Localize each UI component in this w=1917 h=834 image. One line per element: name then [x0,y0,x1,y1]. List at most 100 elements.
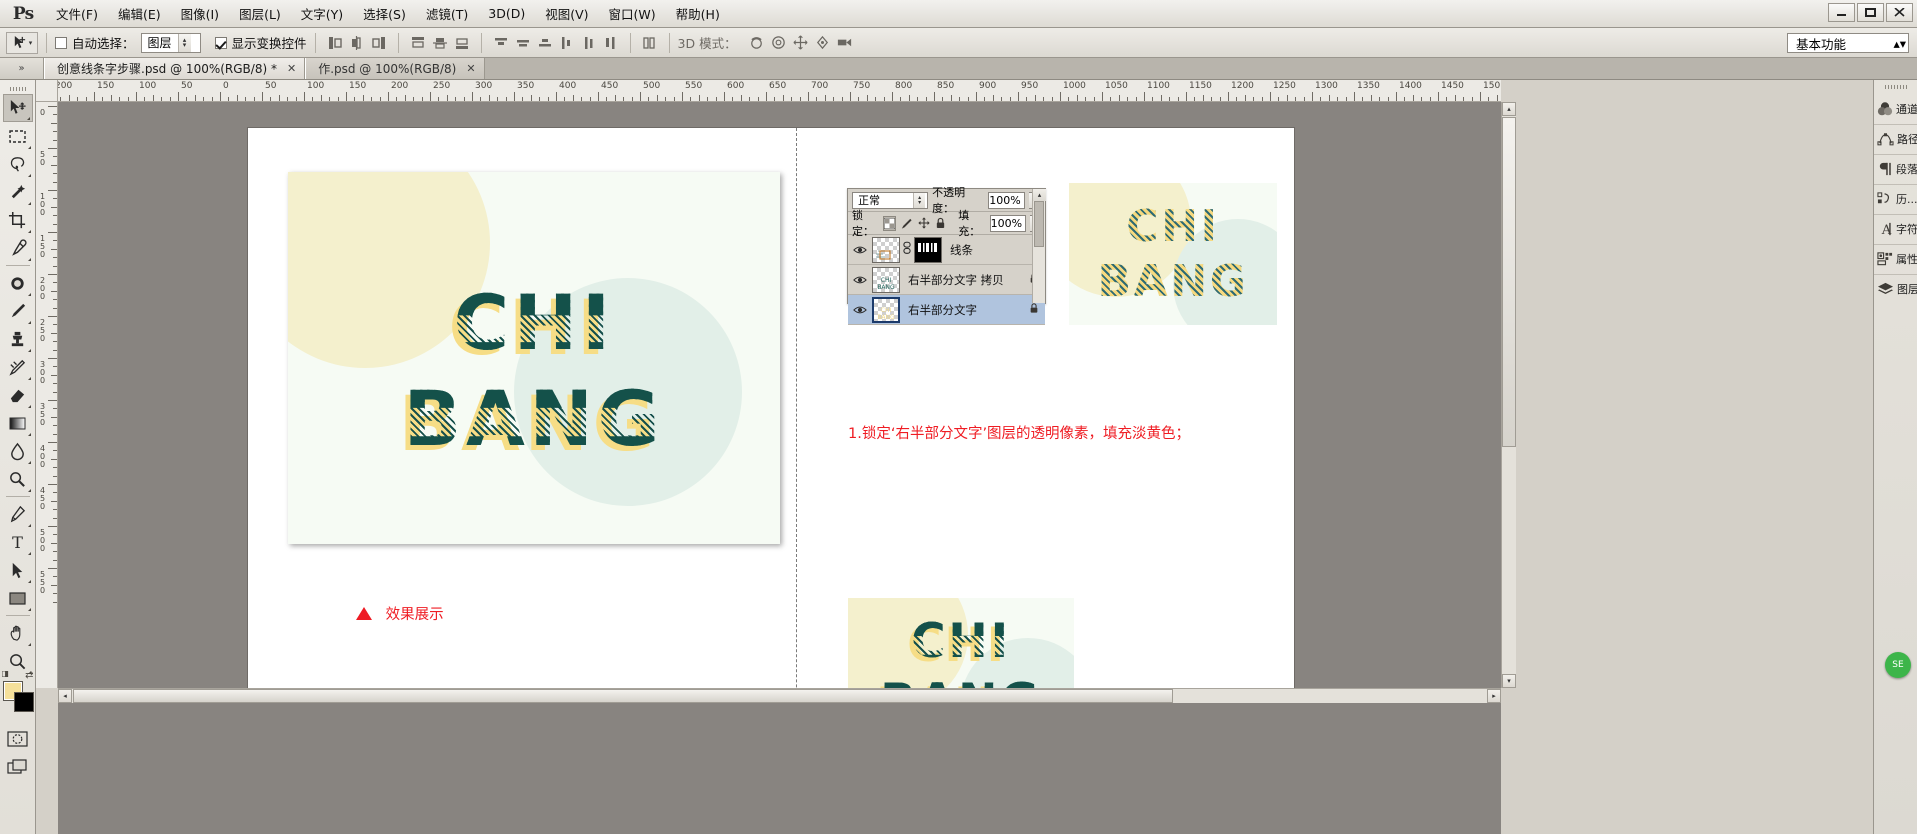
menu-item-help[interactable]: 帮助(H) [666,0,730,27]
rectangle-tool[interactable] [3,584,33,612]
workspace-select[interactable]: 基本功能 ▴▾ [1787,33,1909,53]
menu-item-window[interactable]: 窗口(W) [599,0,666,27]
show-transform-checkbox[interactable] [215,37,227,49]
menu-item-edit[interactable]: 编辑(E) [108,0,171,27]
distribute-right-edges-icon[interactable] [600,32,622,54]
layers-panel-scrollbar[interactable]: ▴ [1032,189,1045,303]
panel-collapse-toggle[interactable]: » [0,58,44,79]
status-badge[interactable]: SE [1885,652,1911,678]
menu-item-image[interactable]: 图像(I) [171,0,229,27]
background-color-swatch[interactable] [14,692,34,712]
scroll-right-icon[interactable]: ▸ [1487,689,1501,703]
scroll-down-icon[interactable]: ▾ [1502,674,1516,688]
hand-tool[interactable] [3,619,33,647]
lock-image-pixels-icon[interactable] [900,216,913,231]
clone-stamp-tool[interactable] [3,325,33,353]
tool-preset-picker[interactable]: ▾ [6,32,38,54]
horizontal-ruler[interactable]: 2001501005005010015020025030035040045050… [58,80,1501,102]
lasso-tool[interactable] [3,150,33,178]
artwork-preview-main[interactable]: CHI CHI CHI CHI BANG BANG BANG BANG [288,172,780,544]
lock-position-icon[interactable] [917,216,929,231]
scrollbar-thumb[interactable] [1502,117,1516,447]
swap-colors-icon[interactable]: ⇄ [25,670,33,681]
artwork-preview-yellow[interactable]: CHI CHI BANG BANG [1069,183,1277,325]
brush-tool[interactable] [3,297,33,325]
align-top-edges-icon[interactable] [407,32,429,54]
sidebar-item-paths[interactable]: 路径 [1874,124,1917,154]
layer-link-icon[interactable] [903,241,911,258]
minimize-button[interactable] [1828,3,1855,22]
move-tool[interactable] [3,94,33,122]
menu-item-layer[interactable]: 图层(L) [229,0,291,27]
layers-panel-screenshot[interactable]: 正常 ▴▾ 不透明度： 100% ▾ 锁定： [847,188,1046,304]
distribute-top-edges-icon[interactable] [490,32,512,54]
distribute-horizontal-centers-icon[interactable] [578,32,600,54]
layer-thumbnail[interactable]: CHI BANG [872,297,900,323]
align-right-edges-icon[interactable] [368,32,390,54]
menu-item-type[interactable]: 文字(Y) [291,0,353,27]
distribute-left-edges-icon[interactable] [556,32,578,54]
menu-item-select[interactable]: 选择(S) [353,0,416,27]
dock-grip[interactable] [1874,80,1917,94]
spot-healing-brush-tool[interactable] [3,269,33,297]
menu-item-filter[interactable]: 滤镜(T) [416,0,478,27]
3d-pan-icon[interactable] [790,32,812,54]
pen-tool[interactable] [3,500,33,528]
path-selection-tool[interactable] [3,556,33,584]
layer-thumbnail[interactable] [872,237,900,263]
table-row[interactable]: 线条 [848,235,1045,265]
canvas-horizontal-scrollbar[interactable]: ◂ ▸ [58,688,1501,703]
layer-mask-thumbnail[interactable] [914,237,942,263]
table-row[interactable]: CHI BANG 右半部分文字 [848,295,1045,325]
document-tab-1[interactable]: 创意线条字步骤.psd @ 100%(RGB/8) * ✕ [44,58,305,79]
align-vertical-centers-icon[interactable] [429,32,451,54]
horizontal-type-tool[interactable]: T [3,528,33,556]
scrollbar-thumb[interactable] [73,689,1173,703]
table-row[interactable]: CHI BANG 右半部分文字 拷贝 [848,265,1045,295]
lock-transparent-pixels-icon[interactable] [883,216,896,231]
eyedropper-tool[interactable] [3,234,33,262]
maximize-button[interactable] [1857,3,1884,22]
history-brush-tool[interactable] [3,353,33,381]
scrollbar-thumb[interactable] [1034,201,1044,247]
gradient-tool[interactable] [3,409,33,437]
sidebar-item-paragraph[interactable]: 段落 [1874,154,1917,184]
sidebar-item-layers[interactable]: 图层 [1874,274,1917,304]
document-tab-2[interactable]: 作.psd @ 100%(RGB/8) ✕ [305,58,484,79]
menu-item-3d[interactable]: 3D(D) [478,2,535,25]
sidebar-item-history[interactable]: 历... [1874,184,1917,214]
quick-selection-tool[interactable] [3,178,33,206]
menu-item-view[interactable]: 视图(V) [535,0,598,27]
blend-mode-select[interactable]: 正常 ▴▾ [852,192,928,209]
3d-rotate-icon[interactable] [746,32,768,54]
layer-visibility-icon[interactable] [851,275,869,285]
layer-lock-icon[interactable] [1029,302,1039,317]
auto-select-checkbox[interactable] [55,37,67,49]
align-bottom-edges-icon[interactable] [451,32,473,54]
fill-value[interactable]: 100% [990,215,1026,232]
document-canvas-area[interactable]: CHI CHI CHI CHI BANG BANG BANG BANG 效果展示 [58,102,1501,688]
sidebar-item-channels[interactable]: 通道 [1874,94,1917,124]
distribute-vertical-centers-icon[interactable] [512,32,534,54]
close-icon[interactable]: ✕ [466,62,475,75]
dodge-tool[interactable] [3,465,33,493]
crop-tool[interactable] [3,206,33,234]
scroll-up-icon[interactable]: ▴ [1502,102,1516,116]
close-icon[interactable]: ✕ [287,62,296,75]
close-button[interactable] [1886,3,1913,22]
eraser-tool[interactable] [3,381,33,409]
3d-roll-icon[interactable] [768,32,790,54]
distribute-bottom-edges-icon[interactable] [534,32,556,54]
document-page[interactable]: CHI CHI CHI CHI BANG BANG BANG BANG 效果展示 [248,128,1294,688]
ruler-corner[interactable] [36,80,58,102]
lock-all-icon[interactable] [934,216,946,231]
3d-slide-icon[interactable] [812,32,834,54]
canvas-vertical-scrollbar[interactable]: ▴ ▾ [1501,102,1516,688]
scroll-up-icon[interactable]: ▴ [1033,189,1046,201]
scroll-left-icon[interactable]: ◂ [58,689,72,703]
layer-thumbnail[interactable]: CHI BANG [872,267,900,293]
align-horizontal-centers-icon[interactable] [346,32,368,54]
opacity-value[interactable]: 100% [988,192,1024,209]
blur-tool[interactable] [3,437,33,465]
align-left-edges-icon[interactable] [324,32,346,54]
